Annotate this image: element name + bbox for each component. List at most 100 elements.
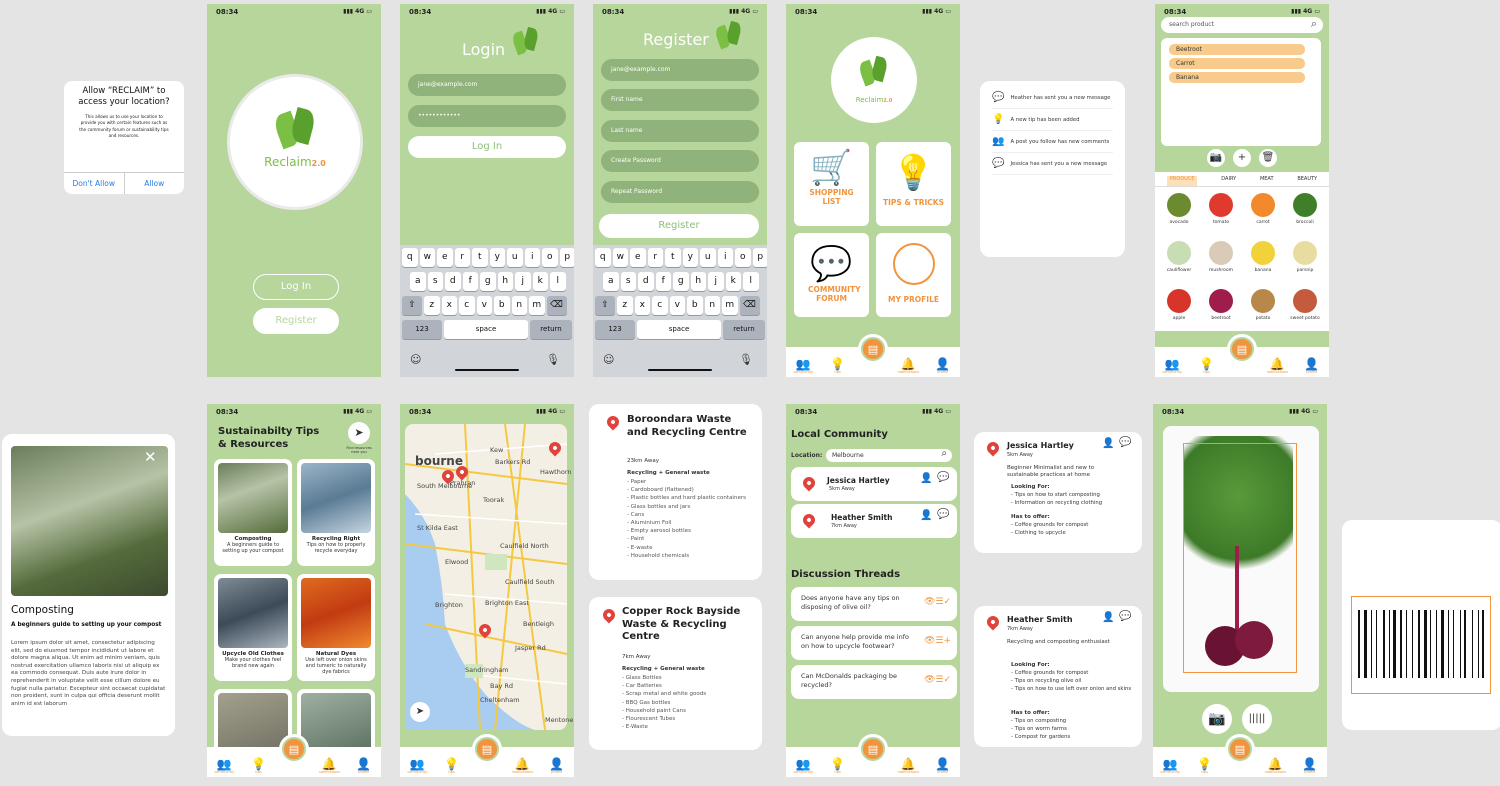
key[interactable]: u xyxy=(700,248,716,267)
nav-profile-button[interactable]: 👤 profile xyxy=(1296,758,1324,774)
nav-tips-button[interactable]: 💡 tips xyxy=(438,758,466,774)
nav-tips-button[interactable]: 💡 tips xyxy=(824,358,852,374)
key[interactable]: o xyxy=(735,248,751,267)
produce-item[interactable]: potato xyxy=(1241,289,1285,321)
repeat-password-field[interactable]: Repeat Password xyxy=(601,181,759,203)
nav-profile-button[interactable]: 👤 profile xyxy=(929,758,957,774)
produce-item[interactable]: tomato xyxy=(1199,193,1243,225)
register-submit-button[interactable]: Register xyxy=(599,214,759,238)
key[interactable]: w xyxy=(612,248,628,267)
login-submit-button[interactable]: Log In xyxy=(408,136,566,158)
camera-icon[interactable]: 📷 xyxy=(1207,149,1225,167)
key[interactable]: b xyxy=(494,296,510,315)
key[interactable]: r xyxy=(647,248,663,267)
thread-item[interactable]: Does anyone have any tips on disposing o… xyxy=(791,587,957,621)
key[interactable]: t xyxy=(665,248,681,267)
nav-tips-button[interactable]: 💡 tips xyxy=(824,758,852,774)
key[interactable]: e xyxy=(437,248,453,267)
nav-shopping-list-button[interactable]: ▤ xyxy=(278,734,309,764)
dont-allow-button[interactable]: Don't Allow xyxy=(64,173,125,194)
search-input[interactable]: search product ⌕ xyxy=(1161,17,1323,33)
key[interactable]: j xyxy=(515,272,531,291)
nav-community-button[interactable]: 👥 community xyxy=(403,758,431,774)
allow-button[interactable]: Allow xyxy=(125,173,185,194)
key[interactable]: n xyxy=(704,296,720,315)
key[interactable]: c xyxy=(652,296,668,315)
produce-item[interactable]: avocado xyxy=(1157,193,1201,225)
create-password-field[interactable]: Create Password xyxy=(601,150,759,172)
password-field[interactable]: •••••••••••• xyxy=(408,105,566,127)
produce-item[interactable]: mushroom xyxy=(1199,241,1243,273)
key[interactable]: s xyxy=(620,272,636,291)
key[interactable]: d xyxy=(638,272,654,291)
keyboard[interactable]: qwertyuiop asdfghjkl ⇧ z x c v b n m ⌫ 123 space r… xyxy=(400,245,574,377)
key[interactable]: v xyxy=(476,296,492,315)
notification-item[interactable]: 💬 Heather has sent you a new message xyxy=(992,87,1113,109)
reg-email-field[interactable]: jane@example.com xyxy=(601,59,759,81)
key[interactable]: a xyxy=(603,272,619,291)
nav-profile-button[interactable]: 👤 profile xyxy=(1298,358,1326,374)
key[interactable]: s xyxy=(427,272,443,291)
key[interactable]: k xyxy=(725,272,741,291)
key[interactable]: w xyxy=(419,248,435,267)
nav-community-button[interactable]: 👥 community xyxy=(789,758,817,774)
tip-recycling[interactable]: Recycling Right Tips on how to properly r… xyxy=(297,459,375,566)
key[interactable]: i xyxy=(524,248,540,267)
nav-notifications-button[interactable]: 🔔 notifications xyxy=(315,758,343,774)
notification-item[interactable]: 💬 Jessica has sent you a new message xyxy=(992,153,1113,175)
produce-item[interactable]: apple xyxy=(1157,289,1201,321)
produce-item[interactable]: parsnip xyxy=(1283,241,1327,273)
key[interactable]: a xyxy=(410,272,426,291)
key[interactable]: p xyxy=(559,248,574,267)
produce-item[interactable]: beetroot xyxy=(1199,289,1243,321)
key[interactable]: c xyxy=(459,296,475,315)
key[interactable]: d xyxy=(445,272,461,291)
nav-shopping-list-button[interactable]: ▤ xyxy=(1224,734,1255,764)
notification-item[interactable]: 💡 A new tip has been added xyxy=(992,109,1113,131)
nav-notifications-button[interactable]: 🔔 notifications xyxy=(508,758,536,774)
person-row[interactable]: Jessica Hartley 5km Away 👤 💬 xyxy=(791,467,957,501)
my-profile-card[interactable]: MY PROFILE xyxy=(876,233,951,317)
list-item[interactable]: Beetroot xyxy=(1169,44,1305,55)
shopping-list-card[interactable]: 🛒 SHOPPING LIST xyxy=(794,142,869,226)
chat-icon[interactable]: 💬 xyxy=(1119,611,1131,622)
key[interactable]: y xyxy=(489,248,505,267)
nav-tips-button[interactable]: 💡 tips xyxy=(245,758,273,774)
key[interactable]: f xyxy=(462,272,478,291)
key[interactable]: f xyxy=(655,272,671,291)
nav-shopping-list-button[interactable]: ▤ xyxy=(857,734,888,764)
key[interactable]: q xyxy=(595,248,611,267)
key[interactable]: g xyxy=(673,272,689,291)
tab-meat[interactable]: MEAT xyxy=(1260,176,1274,186)
key[interactable]: k xyxy=(532,272,548,291)
nav-shopping-list-button[interactable]: ▤ xyxy=(1226,334,1257,364)
find-resources-button[interactable]: ➤ xyxy=(348,422,370,444)
trash-icon[interactable]: 🗑 xyxy=(1259,149,1277,167)
list-item[interactable]: Carrot xyxy=(1169,58,1305,69)
centre-card-boroondara[interactable]: Boroondara Waste and Recycling Centre 23… xyxy=(589,404,762,580)
nav-community-button[interactable]: 👥 community xyxy=(210,758,238,774)
profile-icon[interactable]: 👤 xyxy=(1102,438,1114,449)
key[interactable]: v xyxy=(669,296,685,315)
nav-tips-button[interactable]: 💡 tips xyxy=(1193,358,1221,374)
key[interactable]: h xyxy=(690,272,706,291)
tip-upcycle[interactable]: Upcycle Old Clothes Make your clothes fee… xyxy=(214,574,292,681)
key[interactable]: e xyxy=(630,248,646,267)
key[interactable]: o xyxy=(542,248,558,267)
produce-item[interactable]: sweet potato xyxy=(1283,289,1327,321)
tab-produce[interactable]: PRODUCE xyxy=(1166,176,1198,186)
nav-shopping-list-button[interactable]: ▤ xyxy=(857,334,888,364)
key[interactable]: y xyxy=(682,248,698,267)
key[interactable]: q xyxy=(402,248,418,267)
nav-notifications-button[interactable]: 🔔 notifications xyxy=(894,758,922,774)
produce-item[interactable]: broccoli xyxy=(1283,193,1327,225)
key[interactable]: b xyxy=(687,296,703,315)
profile-card-heather[interactable]: Heather Smith 7km Away Recycling and compo… xyxy=(974,606,1142,747)
nav-profile-button[interactable]: 👤 profile xyxy=(350,758,378,774)
tip-composting[interactable]: Composting A beginners guide to setting u… xyxy=(214,459,292,566)
close-icon[interactable]: ✕ xyxy=(144,448,157,466)
thread-item[interactable]: Can McDonalds packaging be recycled? 👁☰✓ xyxy=(791,665,957,699)
nav-community-button[interactable]: 👥 community xyxy=(789,358,817,374)
list-item[interactable]: Banana xyxy=(1169,72,1305,83)
produce-item[interactable]: carrot xyxy=(1241,193,1285,225)
